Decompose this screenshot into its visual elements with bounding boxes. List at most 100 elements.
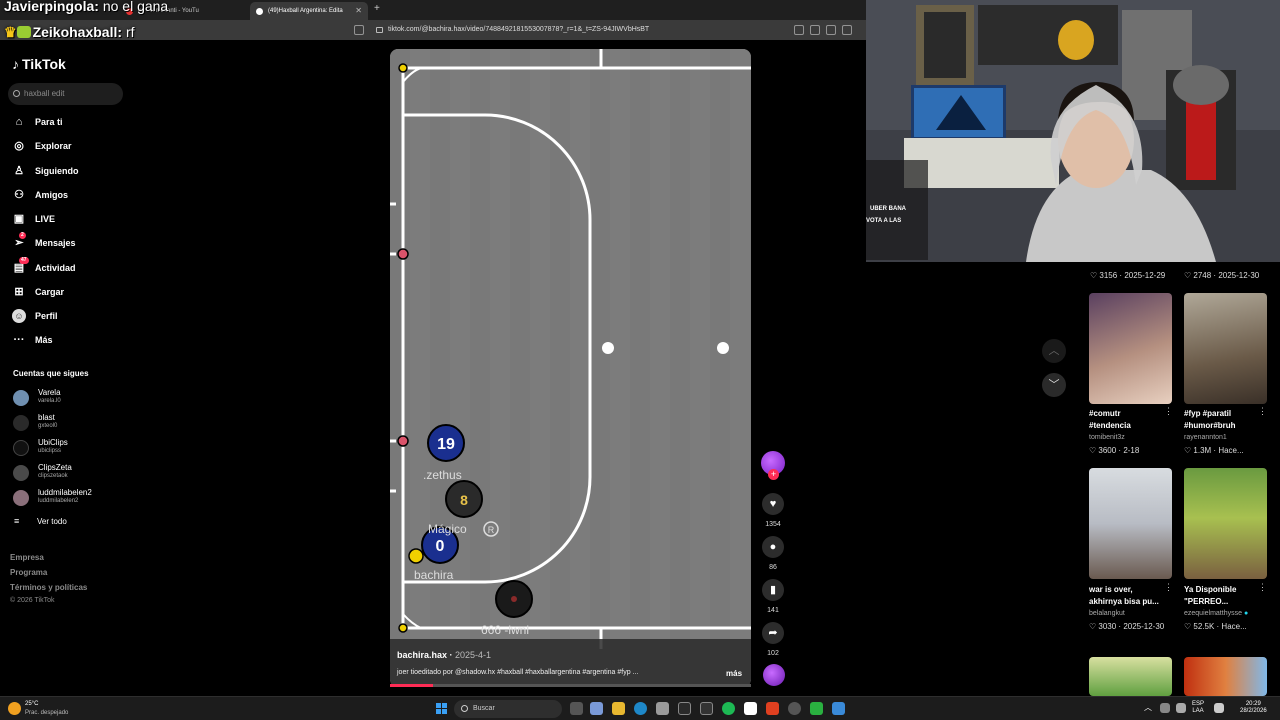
start-button[interactable]	[436, 703, 448, 715]
music-disc-icon[interactable]	[763, 664, 785, 686]
nav-perfil[interactable]: ☺ Perfil	[12, 307, 58, 325]
recommended-thumbnail[interactable]	[1089, 657, 1172, 696]
ball-tag: R	[488, 525, 495, 535]
recommended-user[interactable]: ezequielmatthysse ●	[1184, 610, 1248, 617]
player-name: 666 -lwnl	[481, 623, 529, 637]
app-icon[interactable]	[744, 702, 757, 715]
more-options-icon[interactable]: ⋮	[1258, 406, 1267, 417]
file-explorer-icon[interactable]	[612, 702, 625, 715]
taskbar-search[interactable]: Buscar	[454, 700, 562, 718]
more-options-icon[interactable]: ⋮	[1164, 406, 1173, 417]
tiktok-favicon-icon	[256, 8, 263, 15]
widgets-icon[interactable]	[590, 702, 603, 715]
app-icon[interactable]	[700, 702, 713, 715]
chat-message: Javierpingola: no el gana	[4, 0, 169, 14]
translate-icon[interactable]	[842, 25, 852, 35]
comment-button[interactable]: ●	[762, 536, 784, 558]
activity-badge: 47	[19, 257, 29, 264]
recommended-user[interactable]: tomibenit3z	[1089, 434, 1125, 441]
save-button[interactable]: ▮	[762, 579, 784, 601]
zoom-icon[interactable]	[826, 25, 836, 35]
url-field[interactable]: tiktok.com/@bachira.hax/video/7488492181…	[372, 23, 784, 37]
player-name: .zethus	[423, 468, 462, 482]
recommended-thumbnail[interactable]	[1184, 293, 1267, 404]
recommended-user[interactable]: rayenannton1	[1184, 434, 1227, 441]
extension-icon[interactable]	[810, 25, 820, 35]
tab-tiktok[interactable]: (49)Haxball Argentina: Edita ✕	[250, 2, 368, 20]
recommended-stat: ♡ 3600 · 2-18	[1089, 446, 1140, 455]
video-author[interactable]: bachira.hax · 2025-4-1	[397, 650, 491, 660]
share-button[interactable]: ➦	[762, 622, 784, 644]
language-indicator[interactable]: ESP LAA	[1192, 701, 1204, 715]
see-all-button[interactable]: ≡ Ver todo	[14, 516, 67, 526]
app-icon[interactable]	[832, 702, 845, 715]
weather-sun-icon	[8, 702, 21, 715]
obs-icon[interactable]	[788, 702, 801, 715]
app-icon[interactable]	[810, 702, 823, 715]
footer-link-empresa[interactable]: Empresa	[10, 553, 44, 562]
nav-siguiendo[interactable]: ♙ Siguiendo	[12, 162, 78, 180]
task-view-icon[interactable]	[570, 702, 583, 715]
like-count: 1354	[765, 521, 781, 528]
profile-icon: ☺	[12, 309, 26, 323]
webcam-feed: UBER BANA VOTA A LAS	[866, 0, 1280, 262]
tiktok-logo[interactable]: ♪ TikTok	[12, 56, 66, 72]
screen: ne - climesanti - YouTu (49)Haxball Arge…	[0, 0, 1280, 720]
player-number: 19	[437, 436, 455, 453]
app-icon[interactable]	[678, 702, 691, 715]
nav-cargar[interactable]: ⊞ Cargar	[12, 283, 64, 301]
friends-icon: ⚇	[14, 189, 24, 201]
author-avatar[interactable]: +	[761, 451, 785, 480]
next-video-button[interactable]: ﹀	[1042, 373, 1066, 397]
nav-amigos[interactable]: ⚇ Amigos	[12, 186, 68, 204]
tray-icon[interactable]	[1176, 703, 1186, 713]
footer-link-programa[interactable]: Programa	[10, 568, 47, 577]
like-button[interactable]: ♥	[762, 493, 784, 515]
weather-widget[interactable]: 25°C Prac. despejado	[8, 700, 78, 718]
list-icon: ≡	[14, 516, 20, 526]
recommended-thumbnail[interactable]	[1089, 468, 1172, 579]
footer-link-terminos[interactable]: Términos y políticas	[10, 583, 87, 592]
recommended-stat: ♡ 3156 · 2025-12-29	[1090, 271, 1166, 280]
nav-explorar[interactable]: ◎ Explorar	[12, 137, 71, 155]
nav-actividad[interactable]: ▤ 47 Actividad	[12, 257, 76, 277]
new-tab-icon[interactable]: +	[374, 3, 380, 14]
player-number: 8	[460, 492, 468, 508]
spotify-icon[interactable]	[722, 702, 735, 715]
close-tab-icon[interactable]: ✕	[355, 2, 362, 20]
chevron-down-icon: ﹀	[1048, 379, 1060, 391]
haxball-field: 19 8 0 .zethus Mágico R bachira 666 -lwn…	[390, 49, 751, 687]
save-count: 141	[767, 607, 779, 614]
notepad-icon[interactable]	[656, 702, 669, 715]
recommended-user[interactable]: belalangkut	[1089, 610, 1125, 617]
previous-video-button[interactable]: ︿	[1042, 339, 1066, 363]
edge-icon[interactable]	[634, 702, 647, 715]
network-icon[interactable]	[1214, 703, 1224, 713]
recommended-stat: ♡ 1.3M · Hace...	[1184, 446, 1244, 455]
more-options-icon[interactable]: ⋮	[1258, 582, 1267, 593]
follow-plus-icon[interactable]: +	[768, 469, 779, 480]
video-progress-bar[interactable]	[390, 684, 751, 687]
reader-icon[interactable]	[794, 25, 804, 35]
verified-icon: ●	[1243, 610, 1249, 617]
search-input[interactable]: haxball edit	[8, 83, 123, 105]
nav-live[interactable]: ▣ LIVE	[12, 210, 55, 228]
recommended-thumbnail[interactable]	[1184, 468, 1267, 579]
nav-mensajes[interactable]: ➢ 2 Mensajes	[12, 232, 76, 252]
tray-icon[interactable]	[1160, 703, 1170, 713]
nav-mas[interactable]: ··· Más	[12, 331, 53, 349]
site-info-icon[interactable]	[376, 27, 383, 33]
clock[interactable]: 20:29 28/2/2026	[1240, 701, 1267, 715]
bookmark-icon[interactable]	[354, 25, 364, 35]
chevron-up-icon[interactable]: ︿	[1144, 704, 1152, 712]
video-player[interactable]: 19 8 0 .zethus Mágico R bachira 666 -lwn…	[390, 49, 751, 687]
avatar	[13, 490, 29, 506]
nav-para-ti[interactable]: ⌂ Para ti	[12, 113, 63, 131]
search-icon	[461, 705, 468, 712]
brave-icon[interactable]	[766, 702, 779, 715]
comment-icon: ●	[769, 541, 777, 553]
caption-more-button[interactable]: más	[726, 669, 742, 678]
recommended-thumbnail[interactable]	[1184, 657, 1267, 696]
recommended-thumbnail[interactable]	[1089, 293, 1172, 404]
more-options-icon[interactable]: ⋮	[1164, 582, 1173, 593]
